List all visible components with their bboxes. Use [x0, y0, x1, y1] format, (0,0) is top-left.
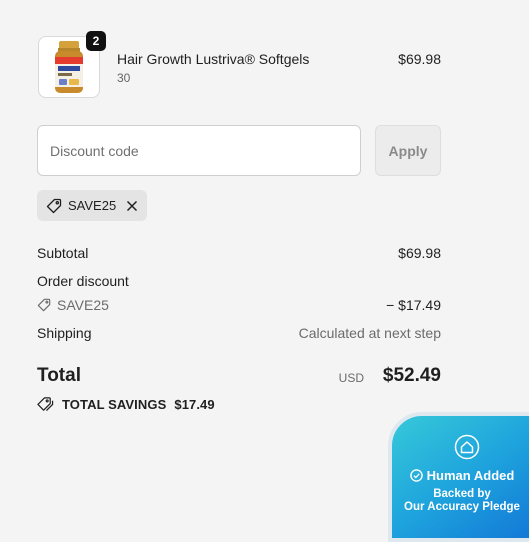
shipping-label: Shipping: [37, 325, 92, 341]
home-shield-icon: [454, 434, 480, 460]
pledge-line-2: Our Accuracy Pledge: [404, 501, 520, 513]
order-discount-label: Order discount: [37, 273, 129, 289]
order-discount-code: SAVE25: [37, 297, 109, 313]
product-variant: 30: [117, 71, 131, 85]
apply-button[interactable]: Apply: [375, 125, 441, 176]
close-icon: [126, 200, 138, 211]
tag-icon: [37, 298, 51, 312]
applied-discount-chip: SAVE25: [37, 190, 147, 221]
subtotal-value: $69.98: [398, 245, 441, 261]
accuracy-pledge-badge[interactable]: Human Added Backed by Our Accuracy Pledg…: [388, 412, 529, 542]
total-savings: TOTAL SAVINGS $17.49: [37, 396, 215, 412]
discount-code-input[interactable]: [37, 125, 361, 176]
product-name: Hair Growth Lustriva® Softgels: [117, 51, 310, 67]
quantity-badge: 2: [86, 31, 106, 51]
tag-icon: [46, 198, 62, 213]
total-savings-value: $17.49: [174, 396, 215, 412]
remove-discount-button[interactable]: [126, 200, 138, 212]
pledge-title: Human Added: [392, 468, 529, 483]
applied-code-label: SAVE25: [68, 198, 117, 213]
order-discount-code-label: SAVE25: [57, 297, 109, 313]
check-circle-icon: [409, 469, 423, 482]
subtotal-label: Subtotal: [37, 245, 89, 261]
pledge-line-1: Backed by: [433, 488, 491, 500]
discount-amount: − $17.49: [386, 297, 441, 313]
total-savings-label: TOTAL SAVINGS: [62, 396, 167, 412]
tags-icon: [37, 397, 54, 412]
product-price: $69.98: [398, 51, 441, 67]
total-currency: USD: [338, 371, 364, 385]
pledge-subtitle: Backed by Our Accuracy Pledge: [392, 488, 529, 514]
total-label: Total: [37, 365, 81, 386]
total-value: $52.49: [382, 365, 441, 386]
pledge-title-text: Human Added: [426, 468, 515, 483]
shipping-value: Calculated at next step: [298, 325, 441, 341]
